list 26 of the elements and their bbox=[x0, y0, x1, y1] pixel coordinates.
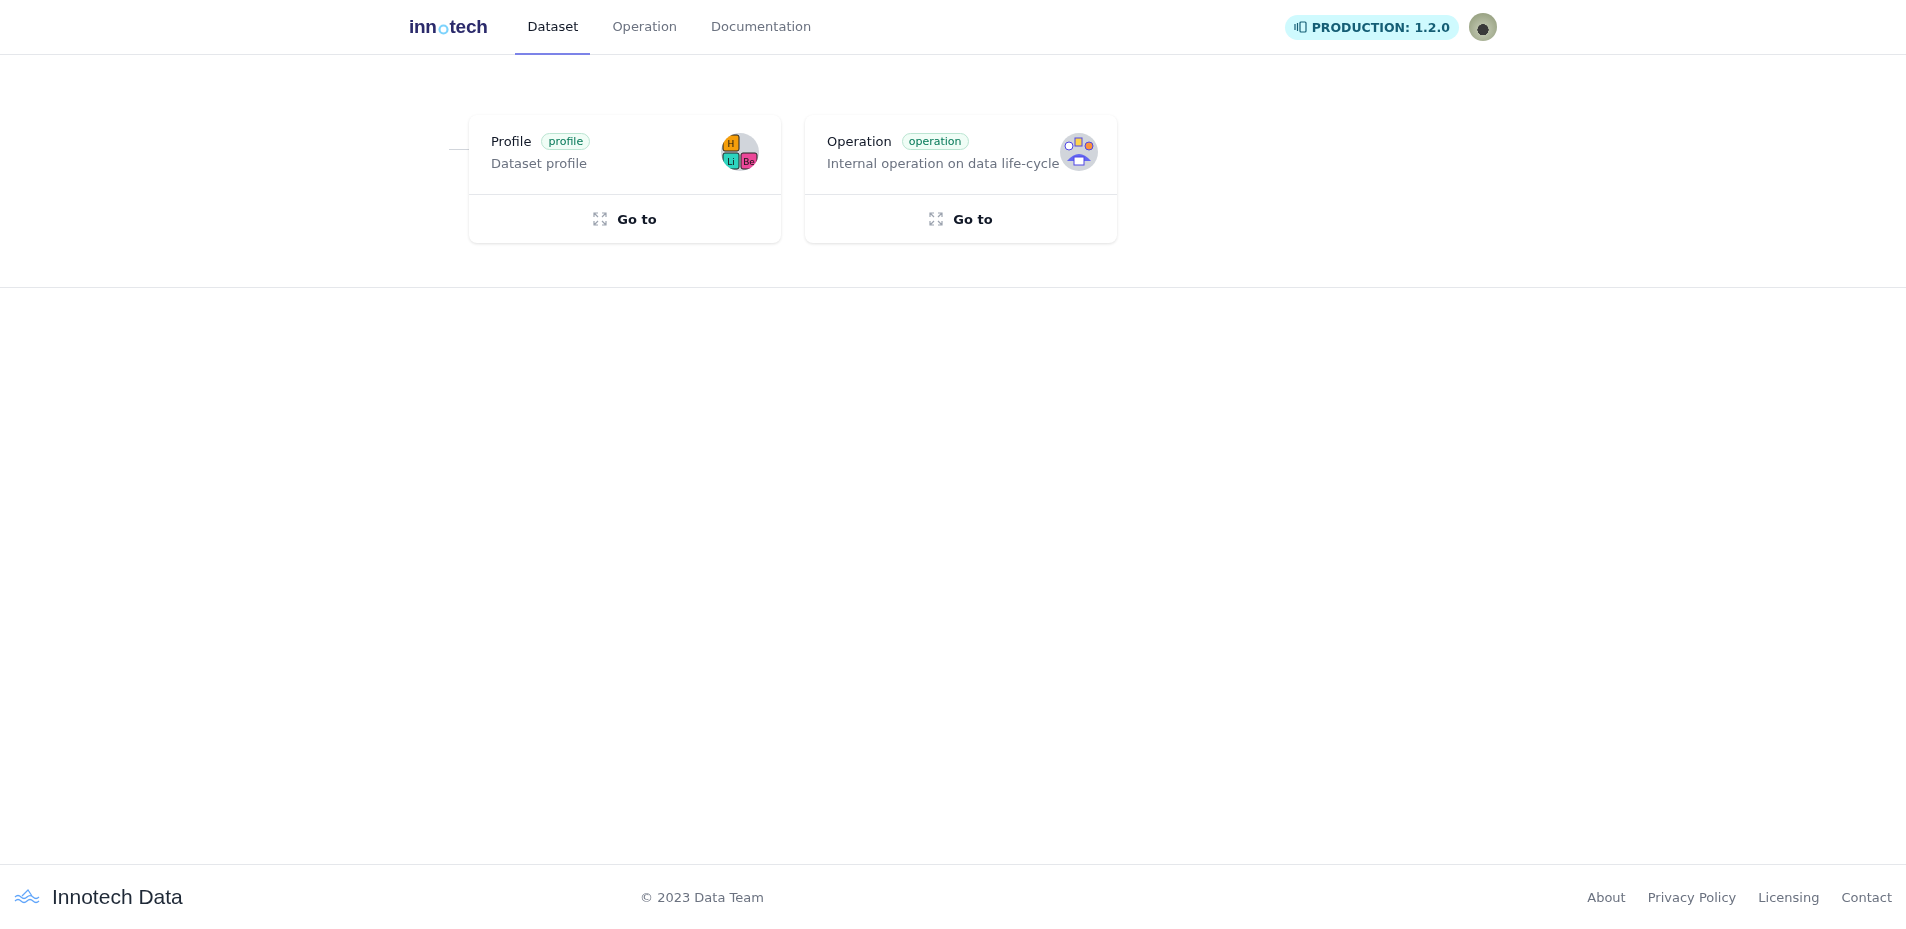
footer-link[interactable]: About bbox=[1587, 889, 1626, 905]
footer-link[interactable]: Privacy Policy bbox=[1647, 889, 1737, 905]
copyright-text: © 2023 Data Team bbox=[640, 889, 765, 905]
element-tiles-icon: H Li Be bbox=[721, 133, 759, 171]
nav-tab[interactable]: Operation bbox=[600, 0, 690, 55]
go-to-button[interactable]: Go to bbox=[469, 195, 781, 243]
waves-icon bbox=[14, 889, 42, 905]
nav-tab[interactable]: Dataset bbox=[515, 0, 591, 55]
card-tag: operation bbox=[901, 133, 969, 150]
team-network-icon bbox=[1059, 133, 1098, 171]
card-title: Profile bbox=[491, 134, 532, 149]
card-title: Operation bbox=[827, 134, 892, 149]
footer-link[interactable]: Contact bbox=[1841, 889, 1892, 905]
user-avatar[interactable] bbox=[1469, 13, 1497, 41]
footer-brand: Innotech Data bbox=[52, 885, 183, 909]
footer-link[interactable]: Licensing bbox=[1758, 889, 1820, 905]
card-tag: profile bbox=[541, 133, 591, 150]
expand-icon bbox=[593, 212, 608, 226]
go-to-button[interactable]: Go to bbox=[805, 195, 1117, 243]
nav-tab[interactable]: Documentation bbox=[699, 0, 824, 55]
stack-icon bbox=[1293, 21, 1307, 33]
expand-icon bbox=[929, 212, 944, 226]
environment-badge: PRODUCTION: 1.2.0 bbox=[1284, 14, 1459, 40]
card-description: Dataset profile bbox=[491, 156, 589, 171]
innotech-logo[interactable]: inn tech bbox=[409, 0, 488, 54]
card-description: Internal operation on data life-cycle bbox=[827, 156, 1060, 171]
